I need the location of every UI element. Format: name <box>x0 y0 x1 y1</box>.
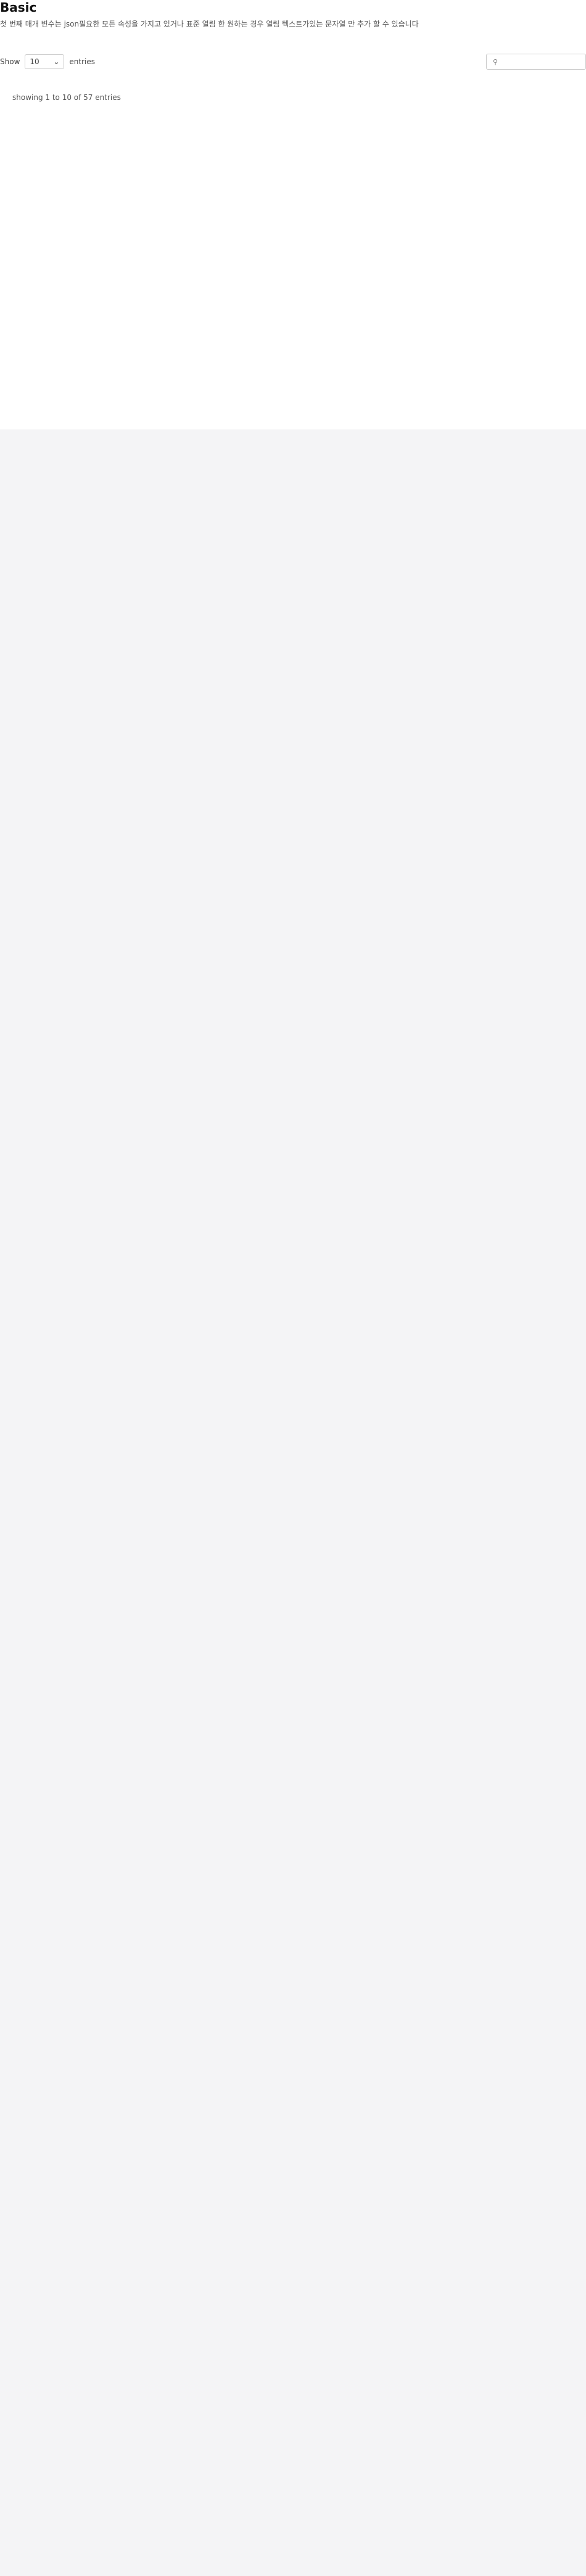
entries-label: entries <box>69 57 95 66</box>
section-description: 첫 번째 매개 변수는 json필요한 모든 속성을 가지고 있거나 표준 열림… <box>0 20 419 28</box>
length-label: Show <box>0 57 20 66</box>
search-input[interactable]: ⚲ <box>486 54 586 70</box>
table-info: showing 1 to 10 of 57 entries <box>12 93 121 102</box>
chevron-down-icon: ⌄ <box>53 57 60 66</box>
section-title: Basic <box>0 0 37 15</box>
basic-section: Basic 첫 번째 매개 변수는 json필요한 모든 속성을 가지고 있거나… <box>0 0 586 429</box>
search-icon: ⚲ <box>493 57 498 66</box>
length-value: 10 <box>30 57 39 66</box>
length-select[interactable]: 10 ⌄ <box>25 54 65 69</box>
